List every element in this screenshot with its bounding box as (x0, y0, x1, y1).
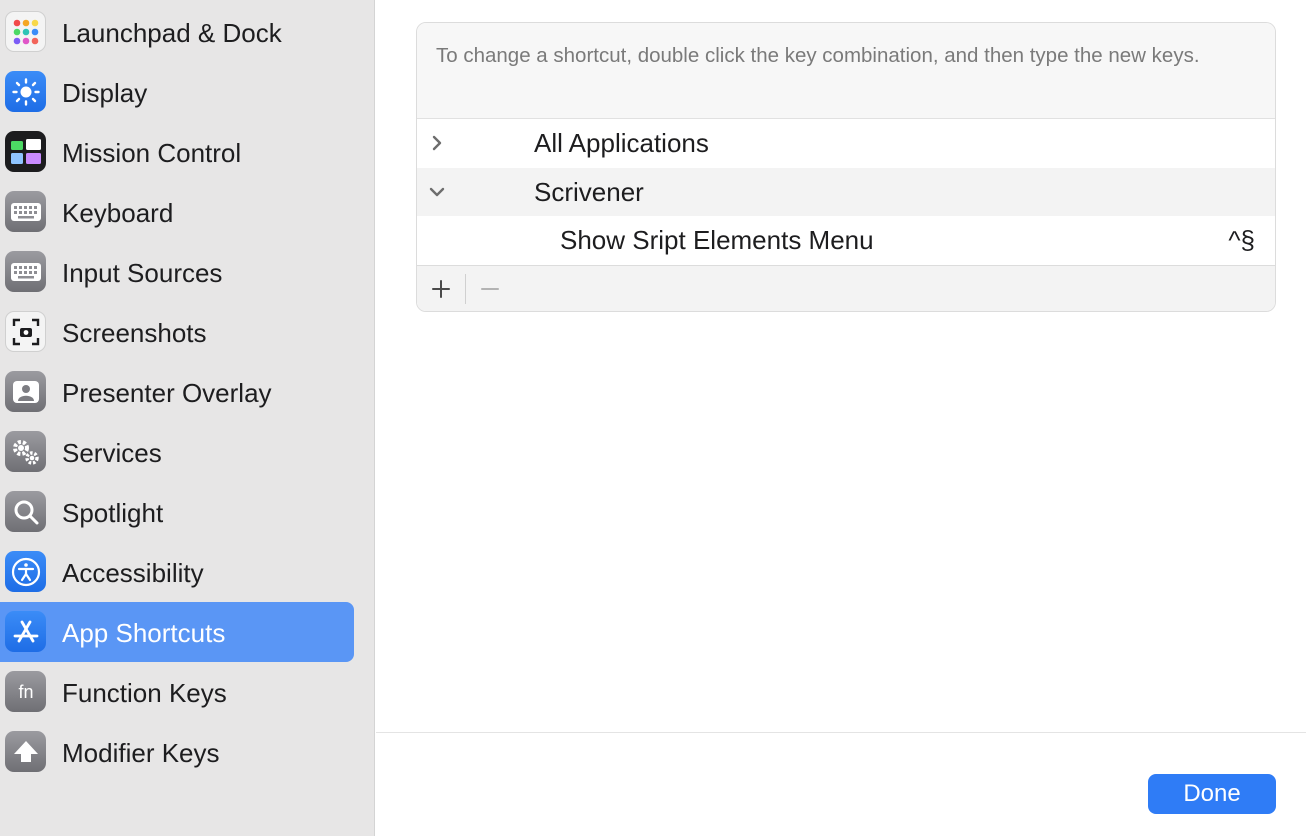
group-label: Scrivener (534, 177, 644, 207)
sidebar-item-services[interactable]: Services (0, 422, 354, 482)
presenter-overlay-icon (5, 371, 46, 412)
modifier-up-arrow-icon (5, 731, 46, 772)
sidebar-item-label: Function Keys (62, 678, 227, 708)
sidebar-item-modifier-keys[interactable]: Modifier Keys (0, 722, 354, 782)
sidebar-item-function-keys[interactable]: fn Function Keys (0, 662, 354, 722)
screenshot-icon (5, 311, 46, 352)
sidebar-item-label: Screenshots (62, 318, 207, 348)
shortcut-key-combination[interactable]: ^§ (1228, 225, 1255, 255)
keyboard-icon (5, 191, 46, 232)
sidebar-item-label: Spotlight (62, 498, 164, 528)
sidebar-item-mission-control[interactable]: Mission Control (0, 122, 354, 182)
sidebar-item-screenshots[interactable]: Screenshots (0, 302, 354, 362)
sidebar-item-label: Modifier Keys (62, 738, 220, 768)
accessibility-icon (5, 551, 46, 592)
sidebar-item-label: Display (62, 78, 148, 108)
add-shortcut-button[interactable] (417, 266, 465, 311)
magnifier-icon (5, 491, 46, 532)
launchpad-icon (5, 11, 46, 52)
sidebar-item-label: Services (62, 438, 162, 468)
sidebar-item-label: Input Sources (62, 258, 223, 288)
sidebar-item-accessibility[interactable]: Accessibility (0, 542, 354, 602)
panel-toolbar (417, 265, 1275, 311)
sidebar-item-launchpad-dock[interactable]: Launchpad & Dock (0, 2, 354, 62)
sidebar-item-spotlight[interactable]: Spotlight (0, 482, 354, 542)
remove-shortcut-button[interactable] (466, 266, 514, 311)
app-shortcuts-panel: To change a shortcut, double click the k… (416, 22, 1276, 312)
sidebar-item-label: Launchpad & Dock (62, 18, 282, 48)
sidebar-item-label: Accessibility (62, 558, 204, 588)
app-store-icon (5, 611, 46, 652)
chevron-down-icon[interactable] (423, 178, 451, 206)
shortcut-menu-title: Show Sript Elements Menu (560, 225, 874, 255)
sidebar-item-display[interactable]: Display (0, 62, 354, 122)
sidebar-item-keyboard[interactable]: Keyboard (0, 182, 354, 242)
shortcut-row[interactable]: Show Sript Elements Menu ^§ (417, 216, 1275, 264)
fn-icon: fn (5, 671, 46, 712)
sidebar-item-label: Mission Control (62, 138, 242, 168)
input-sources-icon (5, 251, 46, 292)
display-brightness-icon (5, 71, 46, 112)
sidebar-item-app-shortcuts[interactable]: App Shortcuts (0, 602, 354, 662)
sidebar-item-presenter-overlay[interactable]: Presenter Overlay (0, 362, 354, 422)
group-row-scrivener[interactable]: Scrivener (417, 168, 1275, 216)
svg-text:fn: fn (18, 682, 33, 702)
done-button[interactable]: Done (1148, 774, 1276, 814)
group-row-all-applications[interactable]: All Applications (417, 119, 1275, 167)
group-label: All Applications (534, 128, 709, 158)
sidebar-item-label: Presenter Overlay (62, 378, 272, 408)
shortcut-hint-text: To change a shortcut, double click the k… (417, 23, 1275, 119)
sidebar-item-input-sources[interactable]: Input Sources (0, 242, 354, 302)
sidebar-item-label: App Shortcuts (62, 618, 226, 648)
chevron-right-icon[interactable] (423, 129, 451, 157)
mission-control-icon (5, 131, 46, 172)
gears-icon (5, 431, 46, 472)
sidebar: Launchpad & Dock Display Mission Control (0, 0, 375, 836)
sidebar-item-label: Keyboard (62, 198, 174, 228)
